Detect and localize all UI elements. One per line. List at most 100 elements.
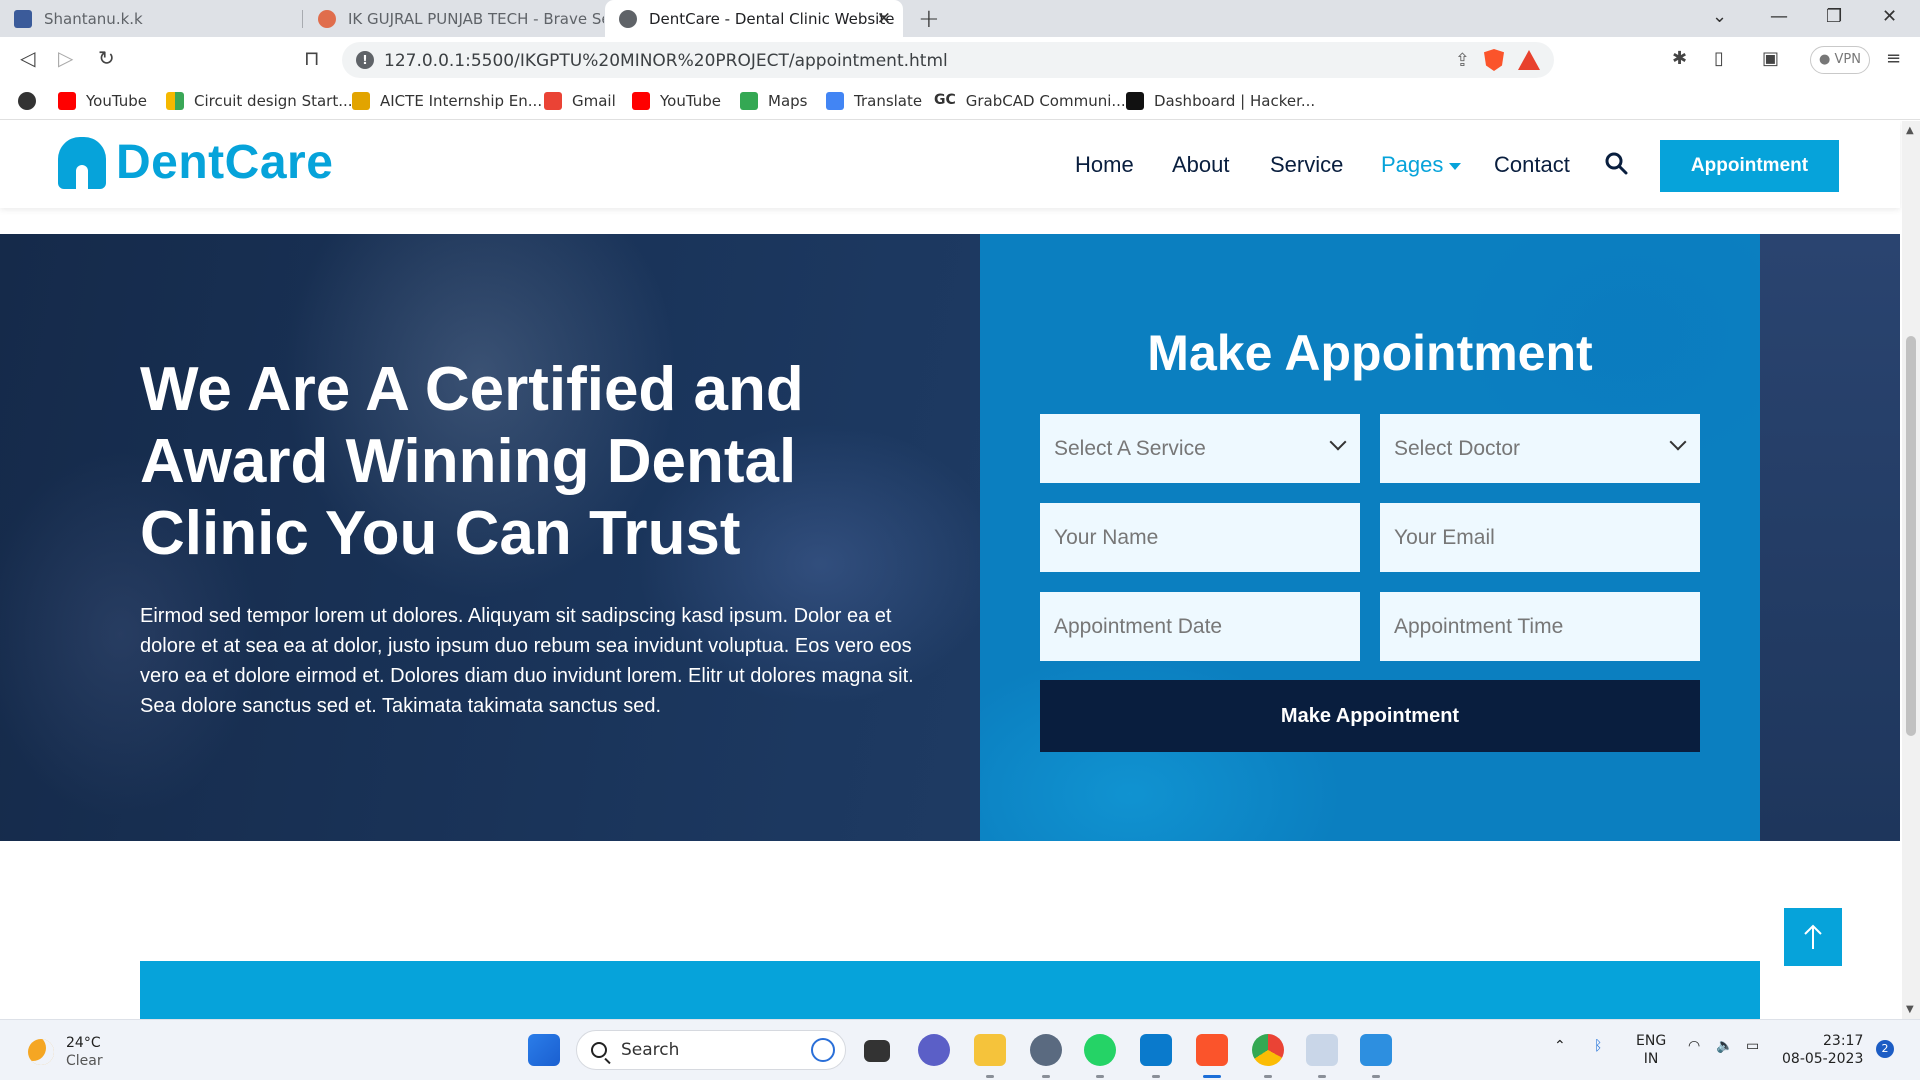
back-to-top-button[interactable] [1784,908,1842,966]
make-appointment-button[interactable]: Make Appointment [1040,680,1700,752]
bookmark-hackerrank[interactable]: Dashboard | Hacker... [1126,92,1315,110]
nav-pages[interactable]: Pages [1381,152,1462,178]
wifi-icon[interactable]: ◠ [1688,1038,1700,1054]
nav-about[interactable]: About [1172,152,1230,178]
vpn-button[interactable]: ● VPN [1810,46,1870,74]
notification-badge[interactable]: 2 [1876,1040,1894,1058]
nav-home[interactable]: Home [1075,152,1134,178]
file-explorer-icon[interactable] [974,1034,1006,1066]
nav-appointment-button[interactable]: Appointment [1660,140,1839,192]
chevron-down-icon [1669,433,1687,451]
running-indicator [1264,1075,1272,1078]
chrome-icon[interactable] [1252,1034,1284,1066]
scroll-down-icon[interactable]: ▼ [1906,1004,1914,1015]
address-bar[interactable]: ! 127.0.0.1:5500/IKGPTU%20MINOR%20PROJEC… [342,42,1554,78]
hackerrank-icon [1126,92,1144,110]
globe-icon [619,9,637,28]
youtube-icon [58,92,76,110]
weather-temp: 24°C [66,1035,101,1051]
volume-icon[interactable]: 🔈 [1716,1038,1733,1054]
tooth-icon [58,136,106,191]
bookmark-icon[interactable]: ⊓ [304,46,320,70]
task-view-icon[interactable] [864,1040,890,1062]
tab-list-chevron-icon[interactable]: ⌄ [1712,6,1727,27]
search-icon[interactable] [1604,151,1628,175]
brave-browser-icon[interactable] [1196,1034,1228,1066]
bookmark-grabcad[interactable]: GC GrabCAD Communi... [934,92,1126,110]
battery-icon[interactable]: ▭ [1746,1038,1759,1054]
sidebar-icon[interactable]: ▯ [1714,48,1724,69]
windows-start-icon[interactable] [528,1034,560,1066]
bookmark-youtube-2[interactable]: YouTube [632,92,721,110]
apps-icon[interactable] [18,92,36,110]
bookmark-maps[interactable]: Maps [740,92,807,110]
email-field[interactable]: Your Email [1380,503,1700,572]
bluetooth-icon[interactable]: ᛒ [1594,1038,1602,1054]
time-field[interactable]: Appointment Time [1380,592,1700,661]
forward-icon[interactable]: ▷ [58,46,73,70]
reload-icon[interactable]: ↻ [98,46,115,70]
running-indicator [1152,1075,1160,1078]
nav-pages-label: Pages [1381,152,1444,177]
hero-description: Eirmod sed tempor lorem ut dolores. Aliq… [140,605,914,717]
language-label: ENG [1636,1033,1667,1049]
share-icon[interactable]: ⇪ [1455,50,1470,71]
back-icon[interactable]: ◁ [20,46,35,70]
circuit-icon [166,92,184,110]
page-scrollbar[interactable]: ▲ ▼ [1902,121,1920,1019]
tab-label: IK GUJRAL PUNJAB TECH - Brave Sear [348,9,604,28]
extensions-icon[interactable]: ✱ [1672,48,1687,69]
close-tab-icon[interactable]: ✕ [877,9,891,29]
active-indicator [1203,1075,1221,1078]
teams-chat-icon[interactable] [918,1034,950,1066]
language-indicator[interactable]: ENG IN [1636,1032,1666,1068]
next-section-band [140,961,1760,1019]
bookmark-circuit-design[interactable]: Circuit design Start... [166,92,353,110]
tab-ikgptu-search[interactable]: IK GUJRAL PUNJAB TECH - Brave Sear [304,0,604,37]
date-field[interactable]: Appointment Date [1040,592,1360,661]
hero-title: We Are A Certified and Award Winning Den… [140,355,804,568]
scroll-up-icon[interactable]: ▲ [1906,125,1914,136]
bookmark-youtube[interactable]: YouTube [58,92,147,110]
search-icon [591,1042,607,1058]
site-info-icon[interactable]: ! [356,51,374,69]
scrollbar-thumb[interactable] [1906,336,1916,736]
snipping-tool-icon[interactable] [1306,1034,1338,1066]
minimize-icon[interactable]: — [1770,6,1788,27]
omnibox-actions: ⇪ [1455,49,1540,71]
bookmark-gmail[interactable]: Gmail [544,92,616,110]
restore-icon[interactable]: ❐ [1826,6,1842,27]
whatsapp-icon[interactable] [1084,1034,1116,1066]
close-window-icon[interactable]: ✕ [1882,6,1897,27]
menu-icon[interactable]: ≡ [1886,48,1901,69]
bookmark-translate[interactable]: Translate [826,92,922,110]
bookmarks-bar: YouTube Circuit design Start... AICTE In… [0,84,1920,120]
tab-profile[interactable]: Shantanu.k.k [0,0,300,37]
nav-service[interactable]: Service [1270,152,1343,178]
weather-widget[interactable]: 24°C Clear [28,1034,103,1070]
vscode-icon[interactable] [1140,1034,1172,1066]
tab-dentcare[interactable]: DentCare - Dental Clinic Website ✕ [605,0,903,37]
bookmark-aicte[interactable]: AICTE Internship En... [352,92,542,110]
doctor-select[interactable]: Select Doctor [1380,414,1700,483]
bookmark-label: Circuit design Start... [194,92,353,110]
clock-date: 08-05-2023 [1782,1051,1864,1067]
new-tab-button[interactable]: + [918,4,940,34]
taskbar-search[interactable]: Search [576,1030,846,1070]
name-field[interactable]: Your Name [1040,503,1360,572]
service-select[interactable]: Select A Service [1040,414,1360,483]
site-logo[interactable]: DentCare [58,135,333,191]
moon-icon [28,1039,54,1065]
nav-contact[interactable]: Contact [1494,152,1570,178]
brave-rewards-icon[interactable] [1518,50,1540,70]
photos-icon[interactable] [1360,1034,1392,1066]
clock[interactable]: 23:17 08-05-2023 [1782,1032,1863,1068]
brave-shields-icon[interactable] [1484,49,1504,71]
url-text[interactable]: 127.0.0.1:5500/IKGPTU%20MINOR%20PROJECT/… [384,51,948,71]
show-hidden-icons-chevron[interactable]: ⌃ [1554,1038,1566,1054]
settings-icon[interactable] [1030,1034,1062,1066]
wallet-icon[interactable]: ▣ [1762,48,1779,69]
arrow-up-icon [1804,924,1822,949]
tab-separator [302,10,303,28]
hero-background-strip [1760,234,1900,841]
